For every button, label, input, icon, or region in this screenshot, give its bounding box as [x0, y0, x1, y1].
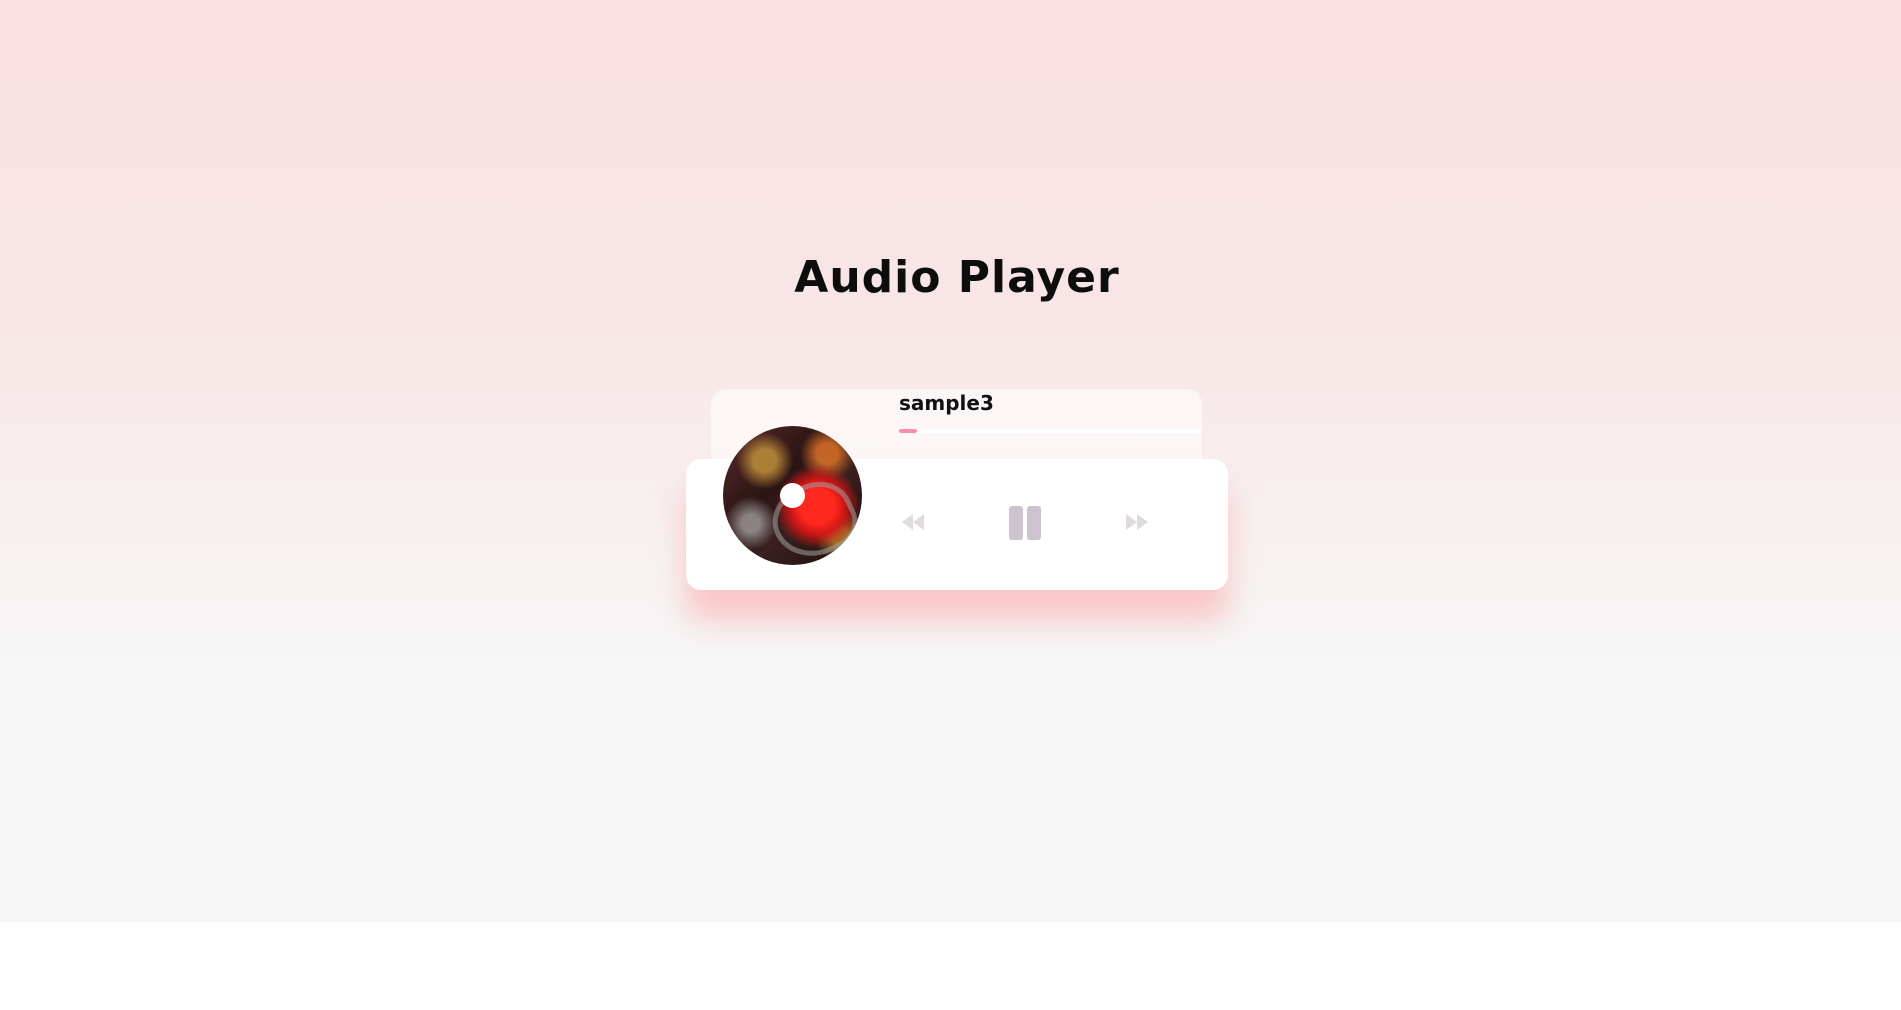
forward-icon — [1126, 514, 1148, 530]
track-title: sample3 — [899, 391, 994, 415]
album-art-disc — [723, 426, 862, 565]
backward-icon — [902, 514, 924, 530]
page-title: Audio Player — [794, 252, 1120, 303]
disc-center-hole — [780, 483, 805, 508]
play-pause-button[interactable] — [1006, 503, 1044, 543]
pause-icon — [1009, 506, 1041, 540]
prev-button[interactable] — [900, 511, 926, 533]
progress-fill — [899, 429, 918, 433]
progress-bar[interactable] — [899, 429, 1201, 433]
next-button[interactable] — [1124, 511, 1150, 533]
